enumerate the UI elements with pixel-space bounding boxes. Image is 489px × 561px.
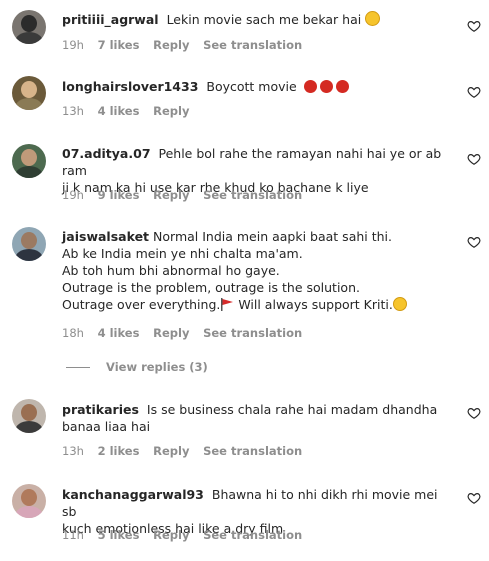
reply-button[interactable]: Reply bbox=[153, 104, 189, 118]
comment-meta: 11h 5 likes Reply See translation bbox=[62, 528, 312, 542]
avatar[interactable] bbox=[12, 227, 46, 261]
comment-text: pratikaries Is se business chala rahe ha… bbox=[62, 401, 452, 435]
see-translation-button[interactable]: See translation bbox=[203, 326, 302, 340]
angry-face-emoji-icon bbox=[319, 80, 333, 93]
see-translation-button[interactable]: See translation bbox=[203, 188, 302, 202]
heart-icon[interactable] bbox=[467, 235, 481, 249]
comment-meta: 13h 4 likes Reply bbox=[62, 104, 199, 118]
comment-likes[interactable]: 5 likes bbox=[98, 528, 140, 542]
smiling-emoji-icon bbox=[392, 297, 407, 311]
comment-time: 19h bbox=[62, 38, 84, 52]
comment-likes[interactable]: 2 likes bbox=[98, 444, 140, 458]
avatar[interactable] bbox=[12, 399, 46, 433]
angry-face-emoji-icon bbox=[335, 80, 349, 93]
heart-icon[interactable] bbox=[467, 491, 481, 505]
comment-likes[interactable]: 4 likes bbox=[98, 326, 140, 340]
comment-username[interactable]: jaiswalsaket bbox=[62, 229, 149, 244]
see-translation-button[interactable]: See translation bbox=[203, 444, 302, 458]
reply-button[interactable]: Reply bbox=[153, 528, 189, 542]
red-flag-emoji-icon bbox=[221, 298, 234, 311]
reply-button[interactable]: Reply bbox=[153, 38, 189, 52]
comment-username[interactable]: longhairslover1433 bbox=[62, 79, 198, 94]
avatar[interactable] bbox=[12, 10, 46, 44]
reply-button[interactable]: Reply bbox=[153, 444, 189, 458]
comment-time: 18h bbox=[62, 326, 84, 340]
comment-meta: 18h 4 likes Reply See translation bbox=[62, 326, 312, 340]
comment-time: 19h bbox=[62, 188, 84, 202]
comment-username[interactable]: pritiiii_agrwal bbox=[62, 12, 159, 27]
comment-body: Lekin movie sach me bekar hai bbox=[166, 12, 362, 27]
heart-icon[interactable] bbox=[467, 19, 481, 33]
see-translation-button[interactable]: See translation bbox=[203, 38, 302, 52]
replies-divider-line bbox=[66, 367, 90, 368]
avatar[interactable] bbox=[12, 484, 46, 518]
laughing-emoji-icon bbox=[365, 11, 381, 26]
comment-username[interactable]: 07.aditya.07 bbox=[62, 146, 151, 161]
view-replies-label[interactable]: View replies (3) bbox=[106, 360, 208, 374]
see-translation-button[interactable]: See translation bbox=[203, 528, 302, 542]
comment-text: longhairslover1433 Boycott movie bbox=[62, 78, 452, 95]
comment-time: 13h bbox=[62, 444, 84, 458]
heart-icon[interactable] bbox=[467, 152, 481, 166]
comment-body-continued: Will always support Kriti. bbox=[234, 297, 393, 312]
comment-meta: 13h 2 likes Reply See translation bbox=[62, 444, 312, 458]
angry-face-emoji-icon bbox=[303, 80, 317, 93]
comment-meta: 19h 7 likes Reply See translation bbox=[62, 38, 312, 52]
heart-icon[interactable] bbox=[467, 406, 481, 420]
comment-time: 13h bbox=[62, 104, 84, 118]
reply-button[interactable]: Reply bbox=[153, 326, 189, 340]
comment-likes[interactable]: 9 likes bbox=[98, 188, 140, 202]
view-replies-button[interactable]: View replies (3) bbox=[66, 360, 208, 374]
heart-icon[interactable] bbox=[467, 85, 481, 99]
avatar[interactable] bbox=[12, 76, 46, 110]
comment-meta: 19h 9 likes Reply See translation bbox=[62, 188, 312, 202]
comment-likes[interactable]: 4 likes bbox=[98, 104, 140, 118]
comment-username[interactable]: pratikaries bbox=[62, 402, 139, 417]
comment-time: 11h bbox=[62, 528, 84, 542]
comment-text: jaiswalsaket Normal India mein aapki baat… bbox=[62, 228, 452, 313]
reply-button[interactable]: Reply bbox=[153, 188, 189, 202]
comment-text: pritiiii_agrwal Lekin movie sach me beka… bbox=[62, 11, 452, 28]
avatar[interactable] bbox=[12, 144, 46, 178]
comment-username[interactable]: kanchanaggarwal93 bbox=[62, 487, 204, 502]
comment-likes[interactable]: 7 likes bbox=[98, 38, 140, 52]
comment-body: Boycott movie bbox=[206, 79, 297, 94]
